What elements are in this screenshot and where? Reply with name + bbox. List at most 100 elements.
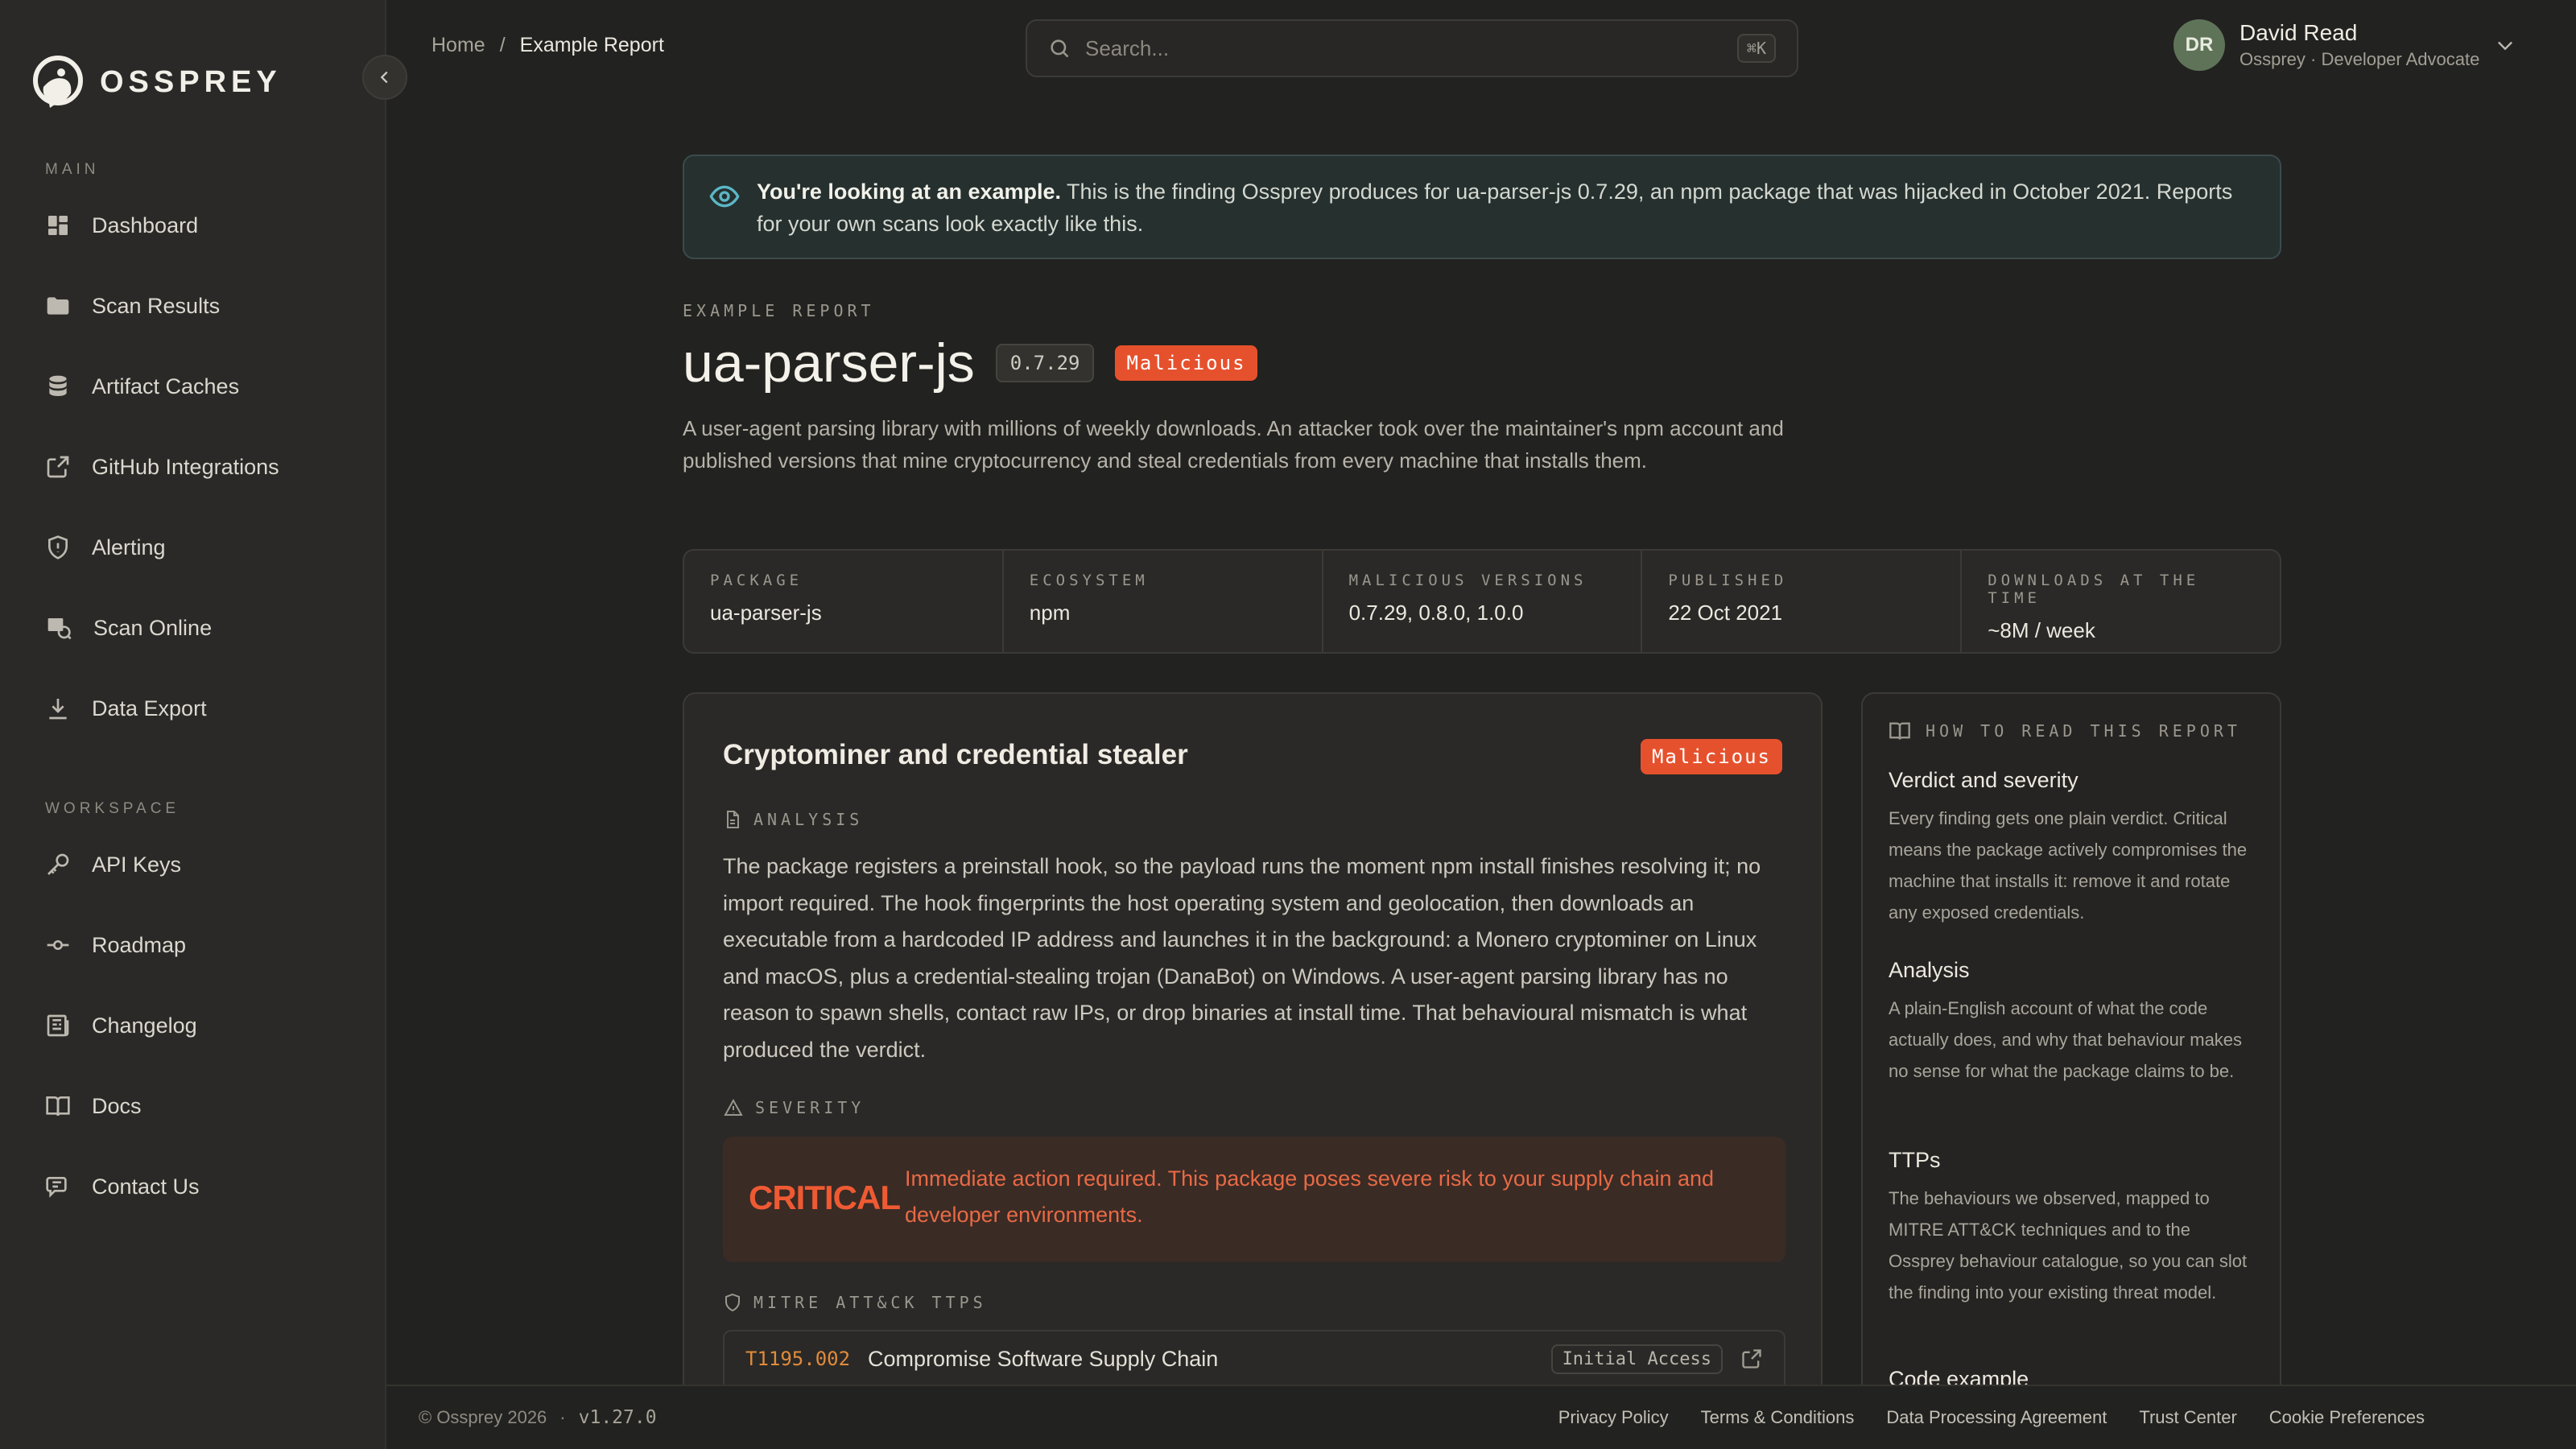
footer-separator: · [559,1407,566,1427]
avatar: DR [2174,19,2225,71]
breadcrumb-home[interactable]: Home [431,34,485,57]
footer: © Ossprey 2026 · v1.27.0 Privacy Policy … [386,1385,2576,1449]
osprey-logo-icon [33,56,83,108]
meta-label: PACKAGE [710,572,803,589]
sidebar-item-label: Changelog [92,1013,197,1038]
report-title-row: ua-parser-js 0.7.29 Malicious [683,332,1257,394]
copyright-text: © Ossprey 2026 [419,1407,547,1427]
how-to-read-label: HOW TO READ THIS REPORT [1926,721,2241,741]
meta-value: 0.7.29, 0.8.0, 1.0.0 [1348,601,1524,625]
sidebar-item-label: Dashboard [92,213,199,237]
meta-malicious-versions: MALICIOUS VERSIONS 0.7.29, 0.8.0, 1.0.0 [1323,551,1643,652]
app-version: v1.27.0 [578,1407,657,1428]
sidebar-item-scan-online[interactable]: Scan Online [45,604,367,652]
how-to-read-panel: HOW TO READ THIS REPORT Verdict and seve… [1861,692,2281,1385]
sidebar-item-label: Data Export [92,696,207,720]
app-root: OSSPREY MAIN Dashboard Scan Results Arti… [0,0,2576,1449]
guide-section-text: A plain-English account of what the code… [1889,998,2243,1081]
guide-section-title: Verdict and severity [1889,768,2079,792]
user-menu[interactable]: DR David Read Ossprey · Developer Advoca… [2174,19,2516,71]
ttp-row[interactable]: T1195.002 Compromise Software Supply Cha… [723,1330,1785,1386]
severity-box: CRITICAL Immediate action required. This… [723,1137,1785,1262]
search-icon [1051,39,1069,58]
guide-section-text: Every finding gets one plain verdict. Cr… [1889,808,2248,923]
report-description: A user-agent parsing library with millio… [683,416,1784,473]
commit-icon [47,940,69,950]
search-placeholder: Search... [1085,35,1170,60]
guide-section-title: Analysis [1889,958,1970,982]
footer-link-cookie-preferences[interactable]: Cookie Preferences [2269,1407,2425,1428]
key-icon [47,853,69,875]
version-badge: 0.7.29 [995,344,1095,382]
footer-links: Privacy Policy Terms & Conditions Data P… [1558,1407,2425,1428]
status-badge: Malicious [1115,345,1257,381]
guide-section-ttps: TTPs The behaviours we observed, mapped … [1889,1148,2259,1308]
workspace-section-label: WORKSPACE [45,800,180,817]
sidebar-item-roadmap[interactable]: Roadmap [45,921,367,969]
meta-package: PACKAGE ua-parser-js [684,551,1004,652]
sidebar-item-scan-results[interactable]: Scan Results [45,282,367,330]
footer-link-terms[interactable]: Terms & Conditions [1701,1407,1855,1428]
guide-section-verdict: Verdict and severity Every finding gets … [1889,768,2259,928]
sidebar-item-artifact-caches[interactable]: Artifact Caches [45,362,367,411]
sidebar-item-data-export[interactable]: Data Export [45,684,367,733]
meta-label: MALICIOUS VERSIONS [1348,572,1587,589]
severity-text: Immediate action required. This package … [905,1166,1715,1227]
brand-logo[interactable]: OSSPREY [32,55,282,109]
breadcrumb-separator: / [499,34,506,56]
sidebar-item-docs[interactable]: Docs [45,1082,367,1130]
dashboard-icon [48,216,68,235]
meta-label: DOWNLOADS AT THE TIME [1988,572,2200,607]
sidebar-item-changelog[interactable]: Changelog [45,1001,367,1050]
guide-section-text: The behaviours we observed, mapped to MI… [1889,1188,2248,1302]
meta-label: PUBLISHED [1668,572,1788,589]
analysis-label-text: ANALYSIS [753,810,864,829]
brand-name: OSSPREY [100,64,282,99]
sidebar-item-label: API Keys [92,852,182,877]
ttp-id[interactable]: T1195.002 [745,1348,850,1370]
meta-ecosystem: ECOSYSTEM npm [1004,551,1323,652]
collapse-sidebar-button[interactable] [362,55,407,100]
sidebar-item-github-integrations[interactable]: GitHub Integrations [45,443,367,491]
sidebar-item-contact-us[interactable]: Contact Us [45,1162,367,1211]
sidebar-item-label: Artifact Caches [92,374,240,398]
guide-section-code: Code example [1889,1367,2259,1385]
sidebar-item-label: GitHub Integrations [92,454,279,479]
report-eyebrow: EXAMPLE REPORT [683,301,875,320]
ttp-name: Compromise Software Supply Chain [868,1346,1219,1371]
footer-link-dpa[interactable]: Data Processing Agreement [1886,1407,2107,1428]
example-banner: You're looking at an example. This is th… [683,155,2281,259]
eye-icon [709,185,740,208]
sidebar-item-label: Docs [92,1093,142,1118]
breadcrumb-current: Example Report [519,34,664,56]
footer-link-trust-center[interactable]: Trust Center [2139,1407,2236,1428]
external-link-icon[interactable] [1740,1348,1763,1370]
chat-icon [46,1177,67,1198]
sidebar-item-label: Scan Results [92,293,221,318]
book-icon [1889,722,1910,740]
warning-icon [724,1098,743,1116]
database-icon [49,375,67,396]
page-title: ua-parser-js [683,332,975,394]
footer-link-privacy[interactable]: Privacy Policy [1558,1407,1669,1428]
sidebar: OSSPREY MAIN Dashboard Scan Results Arti… [0,0,386,1449]
download-icon [49,699,67,720]
meta-value: ua-parser-js [710,601,822,625]
severity-level: CRITICAL [749,1179,901,1216]
sidebar-item-api-keys[interactable]: API Keys [45,840,367,889]
meta-value: npm [1029,601,1071,625]
shield-icon [48,535,68,559]
sidebar-item-label: Roadmap [92,932,187,957]
sidebar-item-dashboard[interactable]: Dashboard [45,201,367,250]
external-link-icon [47,456,69,478]
sidebar-item-alerting[interactable]: Alerting [45,523,367,572]
scan-online-icon [47,618,72,640]
folder-icon [47,297,69,315]
finding-verdict-badge: Malicious [1640,739,1782,774]
meta-downloads: DOWNLOADS AT THE TIME ~8M / week [1962,551,2280,652]
meta-label: ECOSYSTEM [1029,572,1149,589]
package-meta: PACKAGE ua-parser-js ECOSYSTEM npm MALIC… [683,549,2281,654]
book-icon [46,1096,70,1117]
analysis-text: The package registers a preinstall hook,… [723,854,1761,1062]
search-input[interactable]: Search... ⌘K [1026,19,1798,77]
